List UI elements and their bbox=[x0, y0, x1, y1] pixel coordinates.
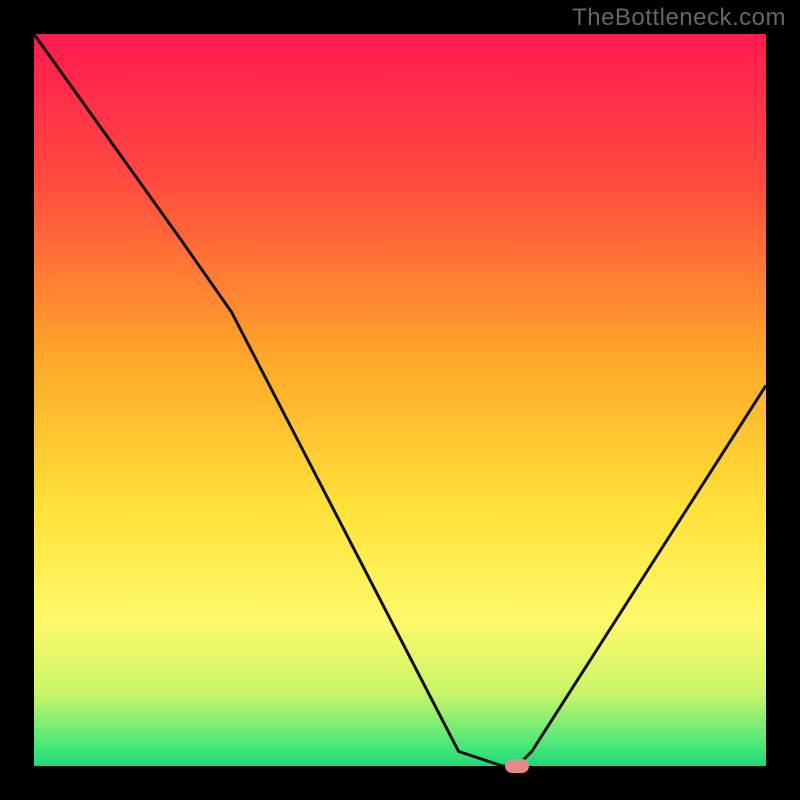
chart-frame: TheBottleneck.com bbox=[0, 0, 800, 800]
bottleneck-curve bbox=[34, 34, 766, 766]
optimum-marker bbox=[505, 759, 529, 773]
plot-area bbox=[34, 34, 766, 766]
watermark-text: TheBottleneck.com bbox=[572, 4, 786, 32]
